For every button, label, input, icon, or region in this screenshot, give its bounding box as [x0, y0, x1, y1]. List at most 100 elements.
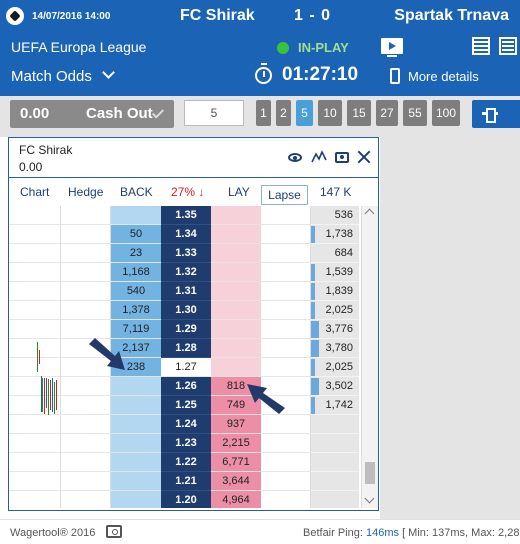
volume-cell: 684	[311, 244, 359, 263]
lay-cell[interactable]: 3,644	[211, 472, 261, 491]
lay-cell[interactable]	[211, 339, 261, 358]
tab-chart[interactable]: Chart	[20, 185, 49, 199]
cash-out-amount: 0.00	[20, 105, 50, 122]
volume-bar	[311, 302, 316, 319]
order-cell	[261, 339, 311, 358]
back-cell[interactable]: 540	[111, 282, 161, 301]
chevron-down-icon[interactable]	[102, 66, 115, 79]
live-video-icon[interactable]	[381, 38, 403, 57]
ladder-scrollbar[interactable]	[361, 206, 378, 508]
order-cell	[261, 434, 311, 453]
price-tick	[48, 379, 49, 415]
lay-cell[interactable]	[211, 358, 261, 377]
price-tick	[54, 382, 55, 414]
volume-cell: 1,738	[311, 225, 359, 244]
back-cell[interactable]: 50	[111, 225, 161, 244]
selection-header: FC Shirak 0.00	[9, 138, 378, 178]
order-cell	[261, 206, 311, 225]
more-details-link[interactable]: More details	[408, 69, 479, 84]
ladder-row: 7,119 1.29 3,776	[9, 320, 361, 339]
quick-stake-100[interactable]: 100	[432, 100, 460, 126]
quick-stake-15[interactable]: 15	[347, 100, 371, 126]
lay-cell[interactable]: 4,964	[211, 491, 261, 508]
back-cell[interactable]: 1,378	[111, 301, 161, 320]
back-cell[interactable]	[111, 396, 161, 415]
back-cell[interactable]	[111, 377, 161, 396]
lay-cell[interactable]: 2,215	[211, 434, 261, 453]
volume-value: 3,780	[325, 342, 353, 354]
ladder-row: 1.24 937	[9, 415, 361, 434]
lay-cell[interactable]	[211, 225, 261, 244]
back-cell[interactable]	[111, 472, 161, 491]
cash-out-label: Cash Out	[86, 105, 153, 122]
price-cell: 1.25	[161, 396, 211, 415]
lay-cell[interactable]: 6,771	[211, 453, 261, 472]
quick-stake-5[interactable]: 5	[296, 100, 313, 126]
back-cell[interactable]	[111, 491, 161, 508]
hedge-cell	[61, 472, 111, 491]
cash-out-button[interactable]: 0.00 Cash Out	[10, 100, 174, 128]
back-cell[interactable]: 7,119	[111, 320, 161, 339]
volume-bar	[311, 340, 320, 357]
back-cell[interactable]	[111, 415, 161, 434]
book-percentage: 27% ↓	[171, 185, 205, 199]
back-cell[interactable]: 1,168	[111, 263, 161, 282]
price-cell: 1.34	[161, 225, 211, 244]
ladder-row: 1,168 1.32 1,539	[9, 263, 361, 282]
volume-value: 1,742	[325, 399, 353, 411]
camera-icon[interactable]	[335, 152, 349, 163]
list-layout-icon[interactable]	[499, 37, 517, 55]
quick-stake-10[interactable]: 10	[318, 100, 342, 126]
quick-stake-27[interactable]: 27	[376, 100, 398, 126]
quick-stake-55[interactable]: 55	[403, 100, 427, 126]
order-cell	[261, 491, 311, 508]
back-cell[interactable]: 23	[111, 244, 161, 263]
volume-value: 2,025	[325, 304, 353, 316]
competition-row: UEFA Europa League IN-PLAY	[0, 32, 520, 60]
price-tick	[39, 350, 40, 364]
back-cell[interactable]	[111, 434, 161, 453]
order-cell	[261, 415, 311, 434]
hedge-cell	[61, 415, 111, 434]
price-cell: 1.20	[161, 491, 211, 508]
scroll-up-icon[interactable]	[364, 208, 375, 219]
lay-cell[interactable]	[211, 206, 261, 225]
back-cell[interactable]	[111, 206, 161, 225]
price-cell: 1.22	[161, 453, 211, 472]
pin-button[interactable]	[472, 100, 520, 128]
close-icon[interactable]	[357, 149, 371, 165]
price-tick	[44, 378, 45, 414]
stake-input[interactable]	[184, 100, 244, 126]
ladder-row: 1.35 536	[9, 206, 361, 225]
eye-icon[interactable]	[288, 153, 302, 162]
hedge-cell	[61, 491, 111, 508]
tab-hedge[interactable]: Hedge	[68, 185, 103, 199]
mobile-icon[interactable]	[390, 68, 400, 84]
order-cell	[261, 453, 311, 472]
lay-cell[interactable]	[211, 282, 261, 301]
quick-stake-1[interactable]: 1	[256, 100, 271, 126]
price-cell: 1.24	[161, 415, 211, 434]
chart-line-icon[interactable]	[311, 150, 327, 164]
screenshot-camera-icon[interactable]	[106, 525, 122, 538]
price-tick	[56, 380, 57, 410]
arrow-to-back-icon	[89, 338, 125, 370]
order-cell	[261, 263, 311, 282]
lay-cell[interactable]	[211, 320, 261, 339]
ladder-layout-icon[interactable]	[472, 37, 490, 55]
away-team: Spartak Trnava	[394, 7, 509, 24]
volume-cell: 3,502	[311, 377, 359, 396]
lay-cell[interactable]	[211, 244, 261, 263]
back-cell[interactable]	[111, 453, 161, 472]
lay-cell[interactable]	[211, 301, 261, 320]
lay-cell[interactable]	[211, 263, 261, 282]
market-selector[interactable]: Match Odds	[11, 68, 92, 85]
check-icon	[151, 106, 165, 119]
lay-cell[interactable]: 937	[211, 415, 261, 434]
scroll-thumb[interactable]	[365, 462, 375, 484]
scroll-down-icon[interactable]	[364, 493, 375, 504]
volume-bar	[311, 397, 315, 414]
price-tick	[46, 378, 47, 408]
quick-stake-2[interactable]: 2	[276, 100, 291, 126]
lapse-button[interactable]: Lapse	[261, 185, 308, 205]
